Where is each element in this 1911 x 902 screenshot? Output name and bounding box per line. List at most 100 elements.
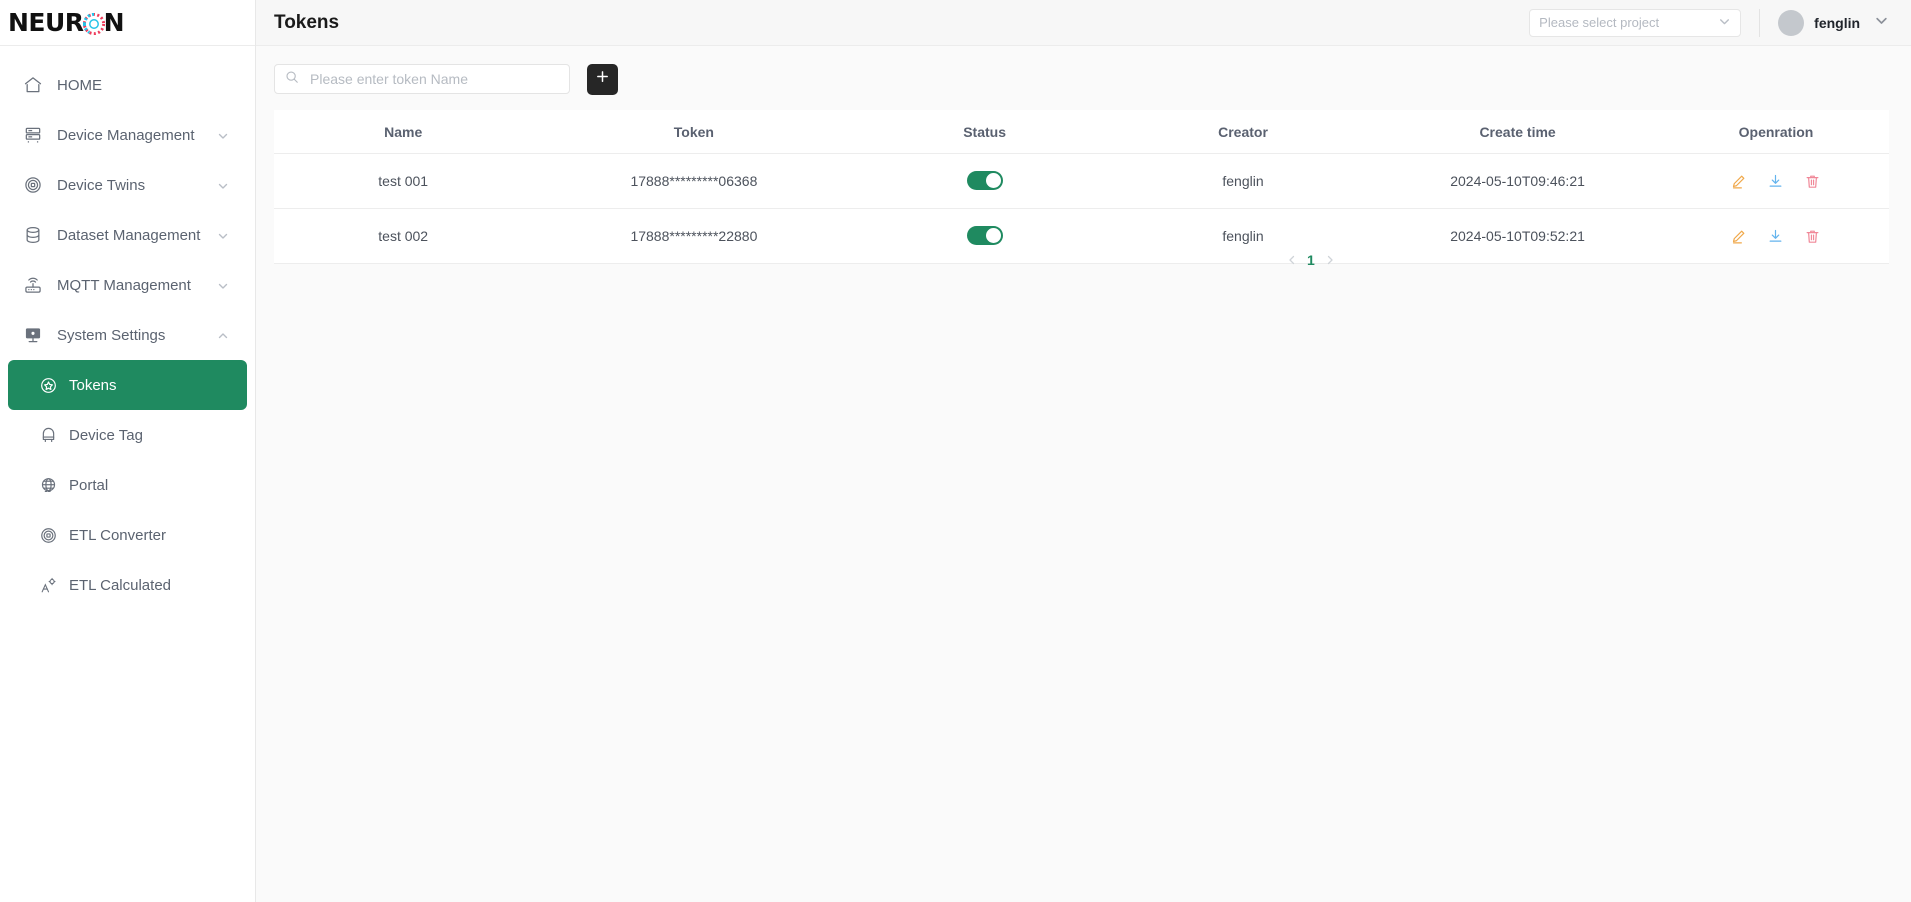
cell-status bbox=[855, 153, 1114, 209]
sidebar-item-label: System Settings bbox=[57, 326, 166, 344]
table-row: test 001 17888*********06368 fenglin 202… bbox=[274, 153, 1890, 209]
sidebar-item-label: Tokens bbox=[69, 376, 117, 394]
top-bar-right: Please select project fenglin bbox=[1529, 8, 1889, 37]
edit-icon[interactable] bbox=[1730, 228, 1747, 245]
header-divider bbox=[1759, 8, 1761, 37]
operations-group bbox=[1663, 228, 1889, 245]
sidebar-item-label: Device Management bbox=[57, 126, 195, 144]
operations-group bbox=[1663, 173, 1889, 190]
sidebar: NEUR N HOME Device Management Device Twi… bbox=[0, 0, 256, 902]
sidebar-item-system-settings[interactable]: System Settings bbox=[0, 310, 255, 360]
toggle-knob bbox=[985, 228, 1001, 243]
sidebar-item-label: Dataset Management bbox=[57, 226, 201, 244]
home-icon bbox=[22, 74, 44, 96]
app-root: NEUR N HOME Device Management Device Twi… bbox=[0, 0, 1911, 902]
sidebar-item-label: ETL Calculated bbox=[69, 576, 171, 594]
column-header-name: Name bbox=[274, 110, 533, 154]
download-icon[interactable] bbox=[1767, 228, 1784, 245]
sidebar-item-label: Device Tag bbox=[69, 426, 143, 444]
cell-name: test 002 bbox=[274, 208, 533, 264]
sidebar-item-portal[interactable]: Portal bbox=[8, 460, 247, 510]
sidebar-item-home[interactable]: HOME bbox=[0, 60, 255, 110]
converter-circle-icon bbox=[38, 525, 58, 545]
cell-status bbox=[855, 208, 1114, 264]
edit-icon[interactable] bbox=[1730, 173, 1747, 190]
brand-name-part2: N bbox=[103, 8, 125, 37]
sidebar-item-label: ETL Converter bbox=[69, 526, 166, 544]
router-signal-icon bbox=[22, 274, 44, 296]
user-menu[interactable]: fenglin bbox=[1778, 9, 1889, 36]
chevron-left-icon[interactable] bbox=[1286, 254, 1298, 266]
column-header-creator: Creator bbox=[1113, 110, 1373, 154]
table-body: test 001 17888*********06368 fenglin 202… bbox=[274, 153, 1890, 264]
avatar-icon bbox=[1778, 9, 1805, 36]
tokens-table: Name Token Status Creator Create time Op… bbox=[274, 110, 1890, 264]
tokens-table-card: Name Token Status Creator Create time Op… bbox=[274, 110, 1890, 264]
chevron-down-icon bbox=[1874, 13, 1889, 33]
chevron-down-icon bbox=[217, 129, 229, 141]
column-header-create-time: Create time bbox=[1372, 110, 1663, 154]
sidebar-item-tokens[interactable]: Tokens bbox=[8, 360, 247, 410]
chevron-down-icon bbox=[217, 179, 229, 191]
cell-operations bbox=[1662, 153, 1890, 209]
twins-circle-icon bbox=[22, 174, 44, 196]
project-select-placeholder: Please select project bbox=[1539, 15, 1660, 30]
table-head: Name Token Status Creator Create time Op… bbox=[274, 110, 1890, 154]
globe-icon bbox=[38, 475, 58, 495]
brand-name-part1: NEUR bbox=[8, 8, 84, 37]
toggle-knob bbox=[985, 173, 1001, 188]
status-toggle[interactable] bbox=[966, 226, 1003, 245]
cell-create-time: 2024-05-10T09:46:21 bbox=[1372, 153, 1663, 209]
sidebar-item-label: Device Twins bbox=[57, 176, 146, 194]
main-area: Tokens Please select project fenglin Ple… bbox=[256, 0, 1911, 902]
sidebar-item-device-management[interactable]: Device Management bbox=[0, 110, 255, 160]
chevron-up-icon bbox=[217, 329, 229, 341]
tag-lock-icon bbox=[38, 425, 58, 445]
user-name: fenglin bbox=[1814, 14, 1861, 31]
cell-operations bbox=[1662, 208, 1890, 264]
cell-token: 17888*********22880 bbox=[532, 208, 856, 264]
chevron-down-icon bbox=[217, 229, 229, 241]
sidebar-item-label: HOME bbox=[57, 76, 102, 94]
database-icon bbox=[22, 224, 44, 246]
sidebar-item-device-tag[interactable]: Device Tag bbox=[8, 410, 247, 460]
page-title: Tokens bbox=[274, 11, 340, 33]
pagination-page-1[interactable]: 1 bbox=[1307, 252, 1315, 268]
cell-name: test 001 bbox=[274, 153, 533, 209]
logo-container: NEUR N bbox=[0, 0, 255, 46]
column-header-operation: Openration bbox=[1662, 110, 1890, 154]
sidebar-item-device-twins[interactable]: Device Twins bbox=[0, 160, 255, 210]
column-header-status: Status bbox=[855, 110, 1114, 154]
brand-logo[interactable]: NEUR N bbox=[8, 8, 125, 37]
sidebar-item-mqtt-management[interactable]: MQTT Management bbox=[0, 260, 255, 310]
content-area: Name Token Status Creator Create time Op… bbox=[256, 46, 1911, 902]
search-icon bbox=[285, 70, 299, 89]
table-row: test 002 17888*********22880 fenglin 202… bbox=[274, 208, 1890, 264]
sidebar-item-label: MQTT Management bbox=[57, 276, 191, 294]
add-token-button[interactable] bbox=[587, 63, 618, 95]
calculator-gear-icon bbox=[38, 575, 58, 595]
pagination: 1 bbox=[1286, 252, 1336, 268]
server-rack-icon bbox=[22, 124, 44, 146]
monitor-gear-icon bbox=[22, 324, 44, 346]
download-icon[interactable] bbox=[1767, 173, 1784, 190]
sidebar-nav: HOME Device Management Device Twins Data… bbox=[0, 46, 255, 610]
badge-star-icon bbox=[38, 375, 58, 395]
sidebar-item-etl-calculated[interactable]: ETL Calculated bbox=[8, 560, 247, 610]
neuron-burst-icon bbox=[82, 12, 105, 35]
sidebar-item-label: Portal bbox=[69, 476, 109, 494]
status-toggle[interactable] bbox=[966, 171, 1003, 190]
project-select[interactable]: Please select project bbox=[1529, 8, 1742, 37]
delete-icon[interactable] bbox=[1804, 173, 1821, 190]
delete-icon[interactable] bbox=[1804, 228, 1821, 245]
top-bar: Tokens Please select project fenglin bbox=[256, 0, 1911, 46]
sidebar-item-etl-converter[interactable]: ETL Converter bbox=[8, 510, 247, 560]
chevron-down-icon bbox=[217, 279, 229, 291]
sidebar-item-dataset-management[interactable]: Dataset Management bbox=[0, 210, 255, 260]
plus-icon bbox=[595, 69, 610, 89]
toolbar bbox=[274, 62, 1889, 96]
search-input[interactable] bbox=[308, 70, 559, 88]
cell-token: 17888*********06368 bbox=[532, 153, 856, 209]
chevron-right-icon[interactable] bbox=[1324, 254, 1336, 266]
search-box[interactable] bbox=[274, 64, 570, 94]
